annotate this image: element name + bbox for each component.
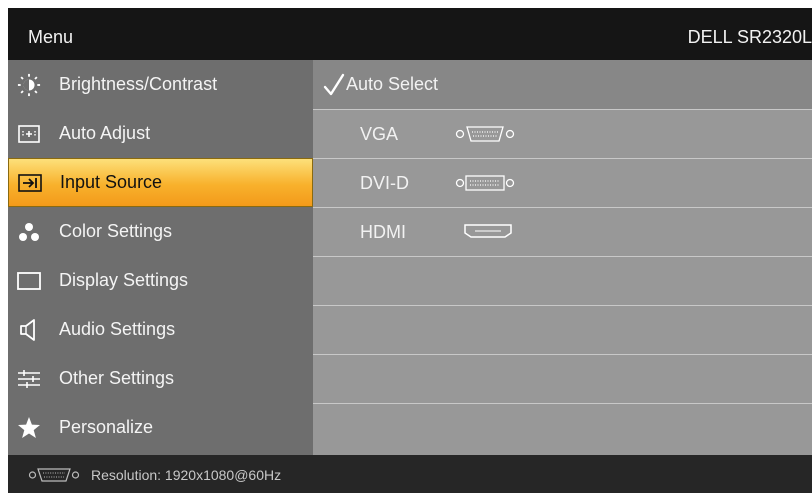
- checkmark-icon: [323, 73, 345, 102]
- sidebar-item-color-settings[interactable]: Color Settings: [8, 207, 313, 256]
- sliders-icon: [17, 367, 41, 391]
- menu-title: Menu: [28, 27, 74, 47]
- osd-footer: Resolution: 1920x1080@60Hz: [8, 455, 812, 493]
- option-empty-row: [313, 403, 812, 455]
- auto-adjust-icon: [17, 122, 41, 146]
- option-dvi-d[interactable]: DVI-D: [313, 158, 812, 207]
- monitor-model: DELL SR2320L: [687, 27, 812, 47]
- sidebar-item-brightness-contrast[interactable]: Brightness/Contrast: [8, 60, 313, 109]
- input-source-icon: [18, 171, 42, 195]
- option-label: DVI-D: [360, 173, 409, 193]
- sidebar-item-label: Auto Adjust: [59, 123, 151, 143]
- options-panel: Auto Select VGA DVI-D HDMI: [313, 60, 812, 455]
- hdmi-port-icon: [463, 223, 513, 244]
- sidebar-item-other-settings[interactable]: Other Settings: [8, 354, 313, 403]
- option-label: VGA: [360, 124, 399, 144]
- option-label: Auto Select: [346, 74, 439, 94]
- sidebar-item-display-settings[interactable]: Display Settings: [8, 256, 313, 305]
- brightness-icon: [17, 73, 41, 97]
- sidebar-item-personalize[interactable]: Personalize: [8, 403, 313, 452]
- sidebar-item-label: Color Settings: [59, 221, 173, 241]
- option-vga[interactable]: VGA: [313, 109, 812, 158]
- resolution-text: Resolution: 1920x1080@60Hz: [91, 467, 282, 483]
- vga-port-icon: [455, 125, 515, 148]
- sidebar-item-label: Display Settings: [59, 270, 189, 290]
- display-settings-icon: [17, 269, 41, 293]
- sidebar-item-label: Audio Settings: [59, 319, 176, 339]
- vga-port-icon: [28, 467, 80, 488]
- option-label: HDMI: [360, 222, 406, 242]
- option-empty-row: [313, 256, 812, 305]
- option-empty-row: [313, 354, 812, 403]
- sidebar-item-input-source[interactable]: Input Source: [8, 158, 313, 207]
- option-hdmi[interactable]: HDMI: [313, 207, 812, 256]
- sidebar-item-auto-adjust[interactable]: Auto Adjust: [8, 109, 313, 158]
- sidebar-item-label: Input Source: [60, 172, 163, 192]
- dvi-port-icon: [455, 174, 515, 197]
- sidebar-item-label: Brightness/Contrast: [59, 74, 218, 94]
- osd-header: Menu DELL SR2320L: [8, 8, 812, 60]
- option-empty-row: [313, 305, 812, 354]
- sidebar-menu: Brightness/Contrast Auto Adjust Input So…: [8, 60, 313, 455]
- speaker-icon: [17, 318, 41, 342]
- option-auto-select[interactable]: Auto Select: [313, 60, 812, 109]
- star-icon: [17, 416, 41, 440]
- sidebar-item-label: Other Settings: [59, 368, 175, 388]
- monitor-osd: Menu DELL SR2320L Brightness/Contrast Au…: [8, 8, 812, 493]
- sidebar-item-label: Personalize: [59, 417, 154, 437]
- sidebar-item-audio-settings[interactable]: Audio Settings: [8, 305, 313, 354]
- color-settings-icon: [17, 220, 41, 244]
